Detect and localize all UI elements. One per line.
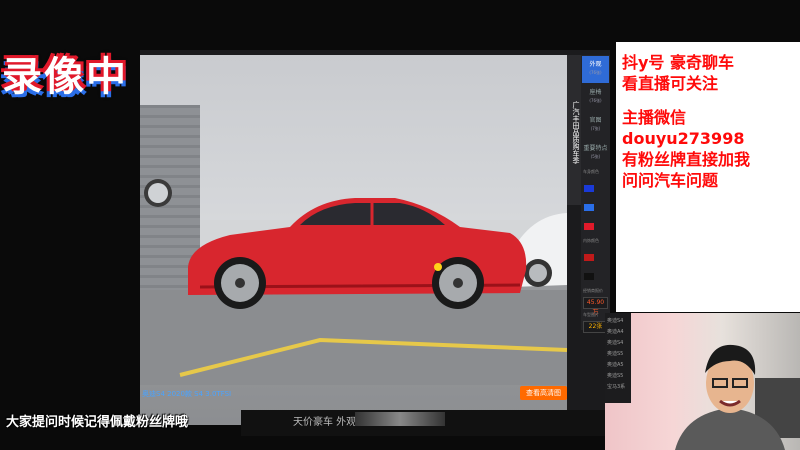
- photo-category-tabs: 外观 (76张) 座椅 (76张) 官图 (7张) 重要特点 (5张) 车身颜色…: [581, 55, 610, 333]
- tab-official[interactable]: 官图 (7张): [582, 112, 609, 139]
- info-line: 看直播可关注: [622, 74, 719, 93]
- info-line: 有粉丝牌直接加我: [622, 150, 751, 169]
- info-line: 主播微信: [622, 108, 687, 127]
- price-label: 经销商报价: [583, 288, 603, 293]
- subtitle-text: 大家提问时候记得佩戴粉丝牌哦: [6, 415, 189, 430]
- interior-label: 内饰颜色: [583, 238, 599, 243]
- swatch-interior-red[interactable]: [584, 254, 594, 261]
- info-line: douyu273998: [622, 129, 745, 148]
- car-photo[interactable]: 奥迪S4 2020款 S4 3.0TFSI 查看高清图: [140, 55, 567, 425]
- photo-caption[interactable]: 奥迪S4 2020款 S4 3.0TFSI: [142, 389, 231, 399]
- tab-count: (5张): [590, 154, 601, 159]
- interior-swatches: [581, 245, 610, 287]
- swatch-red[interactable]: [584, 223, 594, 230]
- tab-label: 座椅: [589, 89, 602, 96]
- photo-viewer: 奥迪S4 2020款 S4 3.0TFSI 查看高清图 广汽丰田品质购车季 外观…: [140, 50, 610, 425]
- info-line: 抖y号 豪奇聊车: [622, 53, 735, 72]
- color-swatches: [581, 176, 610, 237]
- tab-exterior[interactable]: 外观 (76张): [582, 56, 609, 83]
- tab-count: (7张): [590, 126, 601, 131]
- info-line: 问问汽车问题: [622, 171, 719, 190]
- swatch-lightblue[interactable]: [584, 204, 594, 211]
- view-hd-button[interactable]: 查看高清图: [520, 386, 567, 400]
- tab-label: 重要特点: [583, 145, 608, 152]
- price-value[interactable]: 45.90万: [583, 297, 608, 316]
- car-illustration: [140, 105, 567, 385]
- streamer-webcam: 奥迪S4 奥迪A4 奥迪S4 奥迪S5 奥迪A5 奥迪S5 宝马3系: [605, 313, 800, 450]
- tab-count: (76张): [589, 70, 602, 75]
- recording-label: 录像中: [2, 54, 128, 100]
- tab-label: 外观: [589, 61, 602, 68]
- tab-count: (76张): [589, 98, 602, 103]
- streamer-avatar: [675, 344, 800, 450]
- tab-seats[interactable]: 座椅 (76张): [582, 84, 609, 111]
- tab-label: 官图: [589, 117, 602, 124]
- promo-banner[interactable]: 广汽丰田品质购车季: [567, 55, 581, 205]
- swatch-interior-black[interactable]: [584, 273, 594, 280]
- stream-screen: 录像中 奥迪S4 2020款 S4 3.0TFSI 查看高清图 广汽丰田品质购车…: [0, 0, 800, 450]
- color-label: 车身颜色: [583, 169, 599, 174]
- thumbnail-strip[interactable]: [355, 412, 445, 426]
- tab-features[interactable]: 重要特点 (5张): [582, 140, 609, 167]
- swatch-blue[interactable]: [584, 185, 594, 192]
- streamer-info-panel: 抖y号 豪奇聊车 看直播可关注 主播微信 douyu273998 有粉丝牌直接加…: [616, 42, 800, 312]
